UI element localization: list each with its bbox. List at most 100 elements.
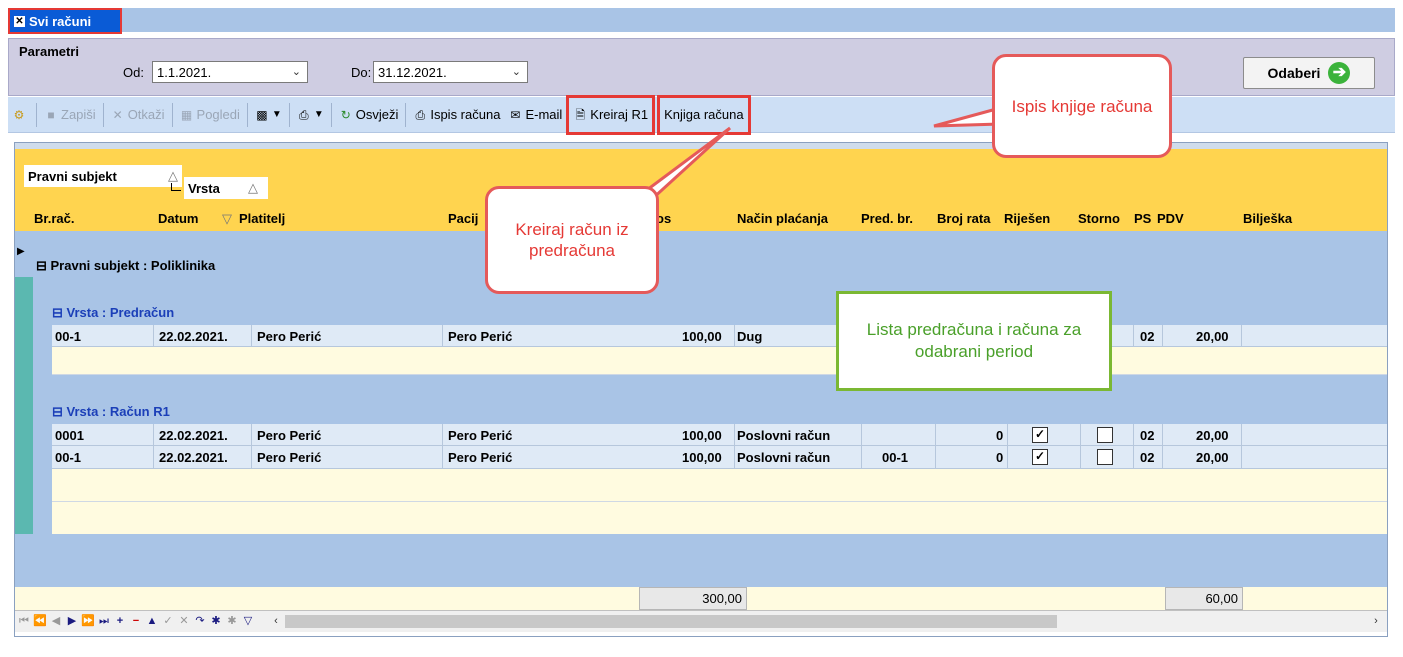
col-biljeska[interactable]: Bilješka (1243, 211, 1292, 226)
rijesen-checkbox[interactable]: ✓ (1032, 449, 1048, 465)
grid-icon: ▦ (180, 107, 193, 122)
invoice-book-button[interactable]: Knjiga računa (657, 94, 751, 135)
cell-ps: 02 (1140, 450, 1155, 465)
empty-row (52, 502, 1387, 534)
group-row-predracun[interactable]: ⊟ Vrsta : Predračun (36, 277, 1387, 325)
col-rijesen[interactable]: Riješen (1004, 211, 1050, 226)
column-header: Br.rač. Datum ▽ Platitelj Pacij os Način… (15, 207, 1387, 231)
invoice-book-label: Knjiga računa (664, 107, 744, 122)
cell-ps: 02 (1140, 428, 1155, 443)
barcode-button[interactable]: ▩ ▼ (251, 103, 286, 127)
next-page-icon[interactable]: ⏩ (81, 614, 95, 628)
to-date-value: 31.12.2021. (378, 64, 447, 80)
print-invoice-label: Ispis računa (430, 107, 501, 122)
col-pacijent[interactable]: Pacij (448, 211, 478, 226)
views-label: Pogledi (196, 107, 240, 122)
views-button[interactable]: ▦ Pogledi (176, 103, 244, 127)
add-icon[interactable]: + (113, 614, 127, 628)
cell-br: 0001 (55, 428, 84, 443)
col-ps[interactable]: PS (1134, 211, 1151, 226)
col-broj-rata[interactable]: Broj rata (937, 211, 990, 226)
group-row-racun-r1[interactable]: ⊟ Vrsta : Račun R1 (36, 375, 1387, 424)
table-row[interactable]: 00-1 22.02.2021. Pero Perić Pero Perić 1… (52, 446, 1387, 469)
group-chip-pravni-subjekt[interactable]: Pravni subjekt △ (24, 165, 182, 187)
sum-iznos: 300,00 (639, 587, 747, 610)
sort-asc-icon: △ (248, 180, 258, 195)
storno-checkbox[interactable] (1097, 449, 1113, 465)
last-record-icon[interactable]: ⏭ (97, 614, 111, 628)
printer-icon: ⎙ (299, 107, 309, 122)
prev-page-icon[interactable]: ⏪ (33, 614, 47, 628)
refresh-icon[interactable]: ↷ (193, 614, 207, 628)
indent-bar (36, 325, 52, 375)
lock-button[interactable]: ⚙ (8, 103, 33, 127)
save-label: Zapiši (61, 107, 96, 122)
cell-nacin: Poslovni račun (737, 428, 831, 443)
toolbar: ⚙ ■ Zapiši ✕ Otkaži ▦ Pogledi ▩ ▼ ⎙ ▼ ↻ Osvjež… (8, 94, 1395, 135)
cancel-button[interactable]: ✕ Otkaži (107, 103, 169, 127)
print-invoice-button[interactable]: ⎙ Ispis računa (409, 103, 504, 127)
chevron-down-icon[interactable]: ⌄ (292, 65, 301, 78)
close-icon[interactable]: ✕ (14, 15, 25, 27)
select-button[interactable]: Odaberi ➔ (1243, 57, 1375, 89)
create-r1-button[interactable]: 🗎 Kreiraj R1 (566, 94, 656, 135)
title-bar (8, 8, 1395, 32)
refresh-button[interactable]: ↻ Osvježi (335, 103, 403, 127)
col-platitelj[interactable]: Platitelj (239, 211, 285, 226)
group-chip-vrsta[interactable]: Vrsta △ (184, 177, 268, 199)
parameters-panel: Parametri Od: 1.1.2021. ⌄ Do: 31.12.2021… (8, 38, 1395, 96)
storno-checkbox[interactable] (1097, 427, 1113, 443)
to-date-select[interactable]: 31.12.2021. ⌄ (373, 61, 528, 83)
delete-icon[interactable]: − (129, 614, 143, 628)
callout-create-from-quote: Kreiraj račun iz predračuna (485, 186, 659, 294)
prev-record-icon[interactable]: ◀ (49, 614, 63, 628)
table-row[interactable]: 00-1 22.02.2021. Pero Perić Pero Perić 1… (52, 325, 1387, 347)
col-nacin-placanja[interactable]: Način plaćanja (737, 211, 828, 226)
cell-pacijent: Pero Perić (448, 450, 513, 465)
print-dropdown-button[interactable]: ⎙ ▼ (293, 103, 328, 127)
col-storno[interactable]: Storno (1078, 211, 1120, 226)
cell-br: 00-1 (55, 329, 82, 344)
group-row-pravni-subjekt[interactable]: ▶ ⊟ Pravni subjekt : Poliklinika (15, 231, 1387, 277)
cell-rata: 0 (996, 450, 1004, 465)
group-panel: Pravni subjekt △ Vrsta △ (15, 149, 1387, 207)
save-button[interactable]: ■ Zapiši (40, 103, 100, 127)
scroll-left-icon[interactable]: ‹ (269, 614, 283, 628)
cell-pacijent: Pero Perić (448, 428, 513, 443)
post-icon[interactable]: ✓ (161, 614, 175, 628)
cancel-icon[interactable]: ✕ (177, 614, 191, 628)
edit-icon[interactable]: ▲ (145, 614, 159, 628)
chevron-down-icon[interactable]: ⌄ (512, 65, 521, 78)
filter-icon[interactable]: ▽ (241, 614, 255, 628)
cell-platitelj: Pero Perić (257, 428, 322, 443)
summary-row: 300,00 60,00 (15, 587, 1387, 610)
callout-invoice-book: Ispis knjige računa (992, 54, 1172, 158)
row-indicator-icon: ▶ (17, 246, 25, 257)
refresh-icon: ↻ (340, 107, 351, 122)
cancel-label: Otkaži (127, 107, 165, 122)
first-record-icon[interactable]: ⏮ (17, 614, 31, 628)
scroll-right-icon[interactable]: › (1369, 614, 1383, 628)
col-br-rac[interactable]: Br.rač. (34, 211, 74, 226)
col-datum[interactable]: Datum (158, 211, 198, 226)
next-record-icon[interactable]: ▶ (65, 614, 79, 628)
sum-pdv: 60,00 (1165, 587, 1243, 610)
table-row[interactable]: 0001 22.02.2021. Pero Perić Pero Perić 1… (52, 424, 1387, 446)
from-date-select[interactable]: 1.1.2021. ⌄ (152, 61, 308, 83)
close-icon: ✕ (112, 107, 123, 122)
goto-bookmark-icon[interactable]: ✱ (225, 614, 239, 628)
cell-rata: 0 (996, 428, 1004, 443)
from-date-value: 1.1.2021. (157, 64, 212, 80)
tab-svi-racuni[interactable]: ✕ Svi računi (8, 8, 122, 34)
col-pdv[interactable]: PDV (1157, 211, 1184, 226)
col-pred-br[interactable]: Pred. br. (861, 211, 913, 226)
horizontal-scrollbar-thumb[interactable] (285, 615, 1057, 628)
bookmark-icon[interactable]: ✱ (209, 614, 223, 628)
tab-title: Svi računi (29, 13, 92, 29)
rijesen-checkbox[interactable]: ✓ (1032, 427, 1048, 443)
email-button[interactable]: ✉ E-mail (504, 103, 566, 127)
email-label: E-mail (525, 107, 563, 122)
select-button-label: Odaberi (1267, 65, 1321, 81)
cell-pdv: 20,00 (1196, 428, 1229, 443)
from-label: Od: (123, 65, 144, 80)
